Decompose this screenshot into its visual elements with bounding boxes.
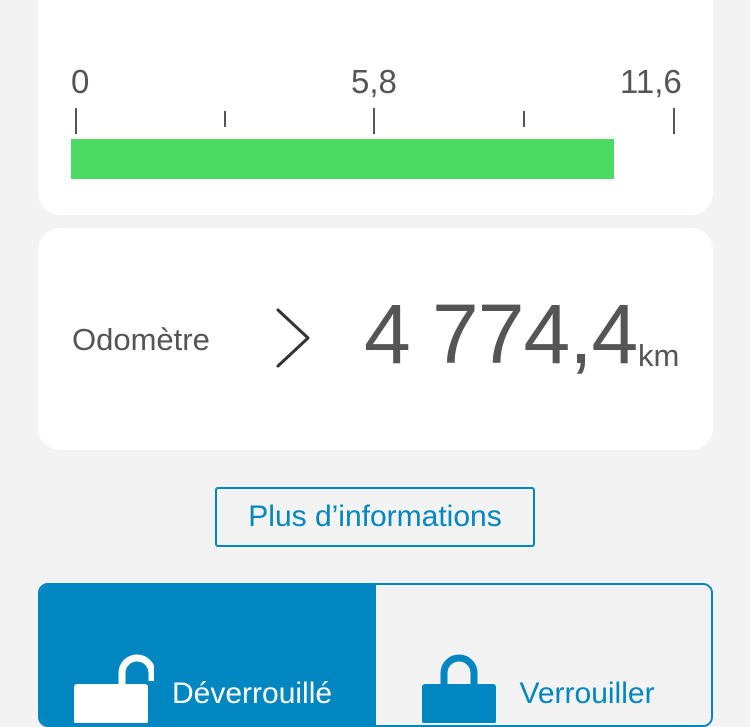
gauge-min-label: 0 (71, 63, 90, 100)
gauge-minor-tick (523, 111, 525, 127)
unlocked-label: Déverrouillé (172, 677, 333, 710)
more-information-button[interactable]: Plus d’informations (215, 487, 535, 547)
lock-label: Verrouiller (519, 677, 655, 710)
chevron-right-icon[interactable] (274, 306, 314, 370)
unlocked-padlock-icon (74, 654, 154, 723)
gauge-max-label: 11,6 (620, 63, 682, 100)
gauge-level-bar (71, 139, 614, 179)
gauge-major-tick (373, 108, 375, 134)
unlocked-segment[interactable]: Déverrouillé (40, 585, 376, 725)
lock-segmented-control: Déverrouillé Verrouiller (38, 583, 713, 727)
odometer-unit: km (638, 338, 680, 373)
odometer-value: 4 774,4 (364, 287, 638, 381)
fuel-gauge-card: 0 5,8 11,6 (38, 0, 713, 215)
gauge-major-tick (673, 108, 675, 134)
more-information-label: Plus d’informations (248, 500, 502, 533)
gauge-mid-label: 5,8 (351, 63, 397, 100)
odometer-label: Odomètre (72, 322, 210, 357)
gauge-minor-tick (224, 111, 226, 127)
padlock-icon (421, 654, 496, 723)
lock-segment[interactable]: Verrouiller (375, 585, 711, 725)
gauge-major-tick (75, 108, 77, 134)
odometer-card[interactable]: Odomètre 4 774,4 km (38, 228, 713, 450)
